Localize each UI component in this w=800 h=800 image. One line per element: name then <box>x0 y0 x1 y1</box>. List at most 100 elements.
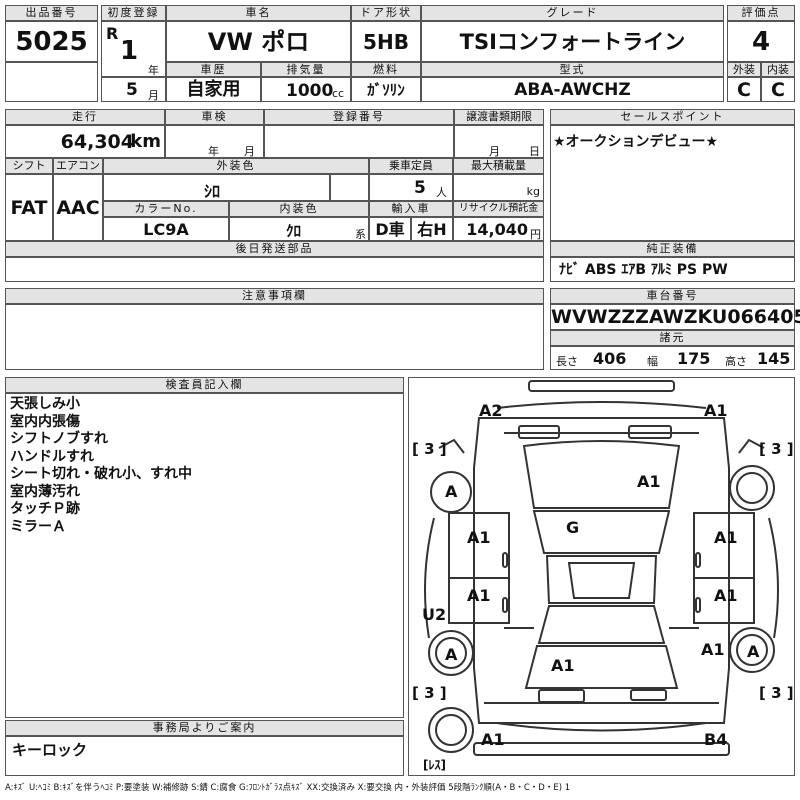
equipment-label: 純正装備 <box>550 241 795 257</box>
insp-year-unit: 年 <box>208 145 219 158</box>
max-load-cell: kg <box>453 174 544 201</box>
import-maker: D車 <box>369 217 411 241</box>
color-no: LC9A <box>103 217 229 241</box>
mark-hood: A1 <box>637 472 661 491</box>
first-reg-label: 初度登録 <box>101 5 166 21</box>
capacity: 5 <box>414 178 426 198</box>
exterior-grade: C <box>727 77 761 102</box>
inspection-cell: 年 月 <box>165 125 264 158</box>
lot-blank <box>5 62 98 102</box>
car-name: VW ポロ <box>166 21 351 62</box>
inspector-line: 室内薄汚れ <box>10 483 80 500</box>
recycle-label: リサイクル預託金 <box>453 201 544 217</box>
inspector-label: 検査員記入欄 <box>5 377 404 393</box>
displacement-cell: 1000 cc <box>261 77 351 102</box>
first-reg-month: 5 月 <box>101 77 166 102</box>
shift: FAT <box>5 174 53 241</box>
mark-bumper-left: A1 <box>481 730 505 749</box>
capacity-label: 乗車定員 <box>369 158 453 174</box>
inspector-line: タッチＰ跡 <box>10 501 80 517</box>
displacement: 1000 <box>286 81 334 101</box>
ext-color-label: 外装色 <box>103 158 369 174</box>
inspection-label: 車検 <box>165 109 264 125</box>
sales-point-label: セールスポイント <box>550 109 795 125</box>
recycle-deposit: 14,040 <box>466 220 528 239</box>
inspector-line: シフトノブすれ <box>10 431 108 447</box>
door-label: ドア形状 <box>351 5 421 21</box>
mark-bracket-bottom-right: [ 3 ] <box>759 684 794 702</box>
office-notice: キーロック <box>5 736 404 776</box>
lot-label: 出品番号 <box>5 5 98 21</box>
body-outline <box>473 417 730 724</box>
int-color-cell: ｸﾛ 系 <box>229 217 369 241</box>
grade-label: グレード <box>421 5 724 21</box>
mark-side-left: U2 <box>422 605 447 624</box>
air-conditioner: AAC <box>53 174 103 241</box>
transfer-cell: 月 日 <box>454 125 544 158</box>
capacity-unit: 人 <box>436 186 447 199</box>
inspector-line: ミラーＡ <box>10 518 66 535</box>
spec-label: 諸元 <box>550 330 795 346</box>
mileage: 64,304 <box>60 131 134 153</box>
mark-trunk: A1 <box>551 656 575 675</box>
inspector-line: 室内内張傷 <box>10 413 80 430</box>
notes-label: 注意事項欄 <box>5 288 544 304</box>
chassis-label: 車台番号 <box>550 288 795 304</box>
era: R <box>106 24 119 43</box>
int-color-unit: 系 <box>355 228 366 241</box>
reg-no-label: 登録番号 <box>264 109 454 125</box>
import-label: 輸入車 <box>369 201 453 217</box>
mark-bracket-top-left: [ 3 ] <box>412 440 447 458</box>
inspector-notes: 天張しみ小 室内内張傷 シフトノブすれ ハンドルすれ シート切れ・破れ小、すれ中… <box>5 393 404 718</box>
grade: TSIコンフォートライン <box>421 21 724 62</box>
max-load-label: 最大積載量 <box>453 158 544 174</box>
ext-color-extra <box>330 174 369 201</box>
inspector-line: シート切れ・破れ小、すれ中 <box>10 466 192 482</box>
car-outline <box>424 380 779 756</box>
later-parts-label: 後日発送部品 <box>5 241 544 257</box>
chassis-number: WVWZZZAWZKU066405 <box>550 304 800 330</box>
recycle-unit: 円 <box>530 228 541 241</box>
mark-bracket-bottom-left: [ 3 ] <box>412 684 447 702</box>
import-handle: 右H <box>411 217 453 241</box>
inspector-line: 天張しみ小 <box>10 396 80 412</box>
sales-point: ★オークションデビュー★ <box>550 125 795 241</box>
shift-label: シフト <box>5 158 53 174</box>
mark-bumper-right: B4 <box>704 730 728 749</box>
transfer-label: 譲渡書類期限 <box>454 109 544 125</box>
int-color: ｸﾛ <box>286 222 302 240</box>
first-reg-year: R 1 年 <box>101 21 166 77</box>
legend: A:ｷｽﾞ U:ﾍｺﾐ B:ｷｽﾞを伴うﾍｺﾐ P:要塗装 W:補修跡 S:錆 … <box>5 783 571 793</box>
displacement-label: 排気量 <box>261 62 351 77</box>
fuel-label: 燃料 <box>351 62 421 77</box>
score-label: 評価点 <box>727 5 795 21</box>
mark-tire-rear-left: A <box>445 645 458 664</box>
model-label: 型式 <box>421 62 724 77</box>
history: 自家用 <box>166 77 261 102</box>
reg-year: 1 <box>120 36 139 66</box>
width-label: 幅 <box>647 355 658 368</box>
recycle-cell: 14,040 円 <box>453 217 544 241</box>
mileage-cell: 64,304 km <box>5 125 165 158</box>
insp-month-unit: 月 <box>244 145 255 158</box>
reg-month: 5 <box>126 80 138 100</box>
fuel: ｶﾞｿﾘﾝ <box>351 77 421 102</box>
height: 145 <box>757 349 791 368</box>
capacity-cell: 5 人 <box>369 174 453 201</box>
interior-grade: C <box>761 77 795 102</box>
mark-front-right: A1 <box>704 401 728 420</box>
mark-spare: [ﾚｽ] <box>423 758 446 772</box>
transfer-month-unit: 月 <box>489 145 500 158</box>
transfer-day-unit: 日 <box>529 145 540 158</box>
spec-row: 長さ 406 幅 175 高さ 145 <box>550 346 795 370</box>
lot-number: 5025 <box>5 21 98 62</box>
score: 4 <box>727 21 795 62</box>
mark-door-rr: A1 <box>714 586 738 605</box>
ext-color-text: ｼﾛ <box>204 182 221 201</box>
mileage-label: 走行 <box>5 109 165 125</box>
displacement-unit: cc <box>332 87 345 100</box>
sales-point-text: ★オークションデビュー★ <box>553 134 719 150</box>
inspector-line: ハンドルすれ <box>10 448 94 465</box>
reg-no <box>264 125 454 158</box>
mark-roof: G <box>566 518 580 537</box>
